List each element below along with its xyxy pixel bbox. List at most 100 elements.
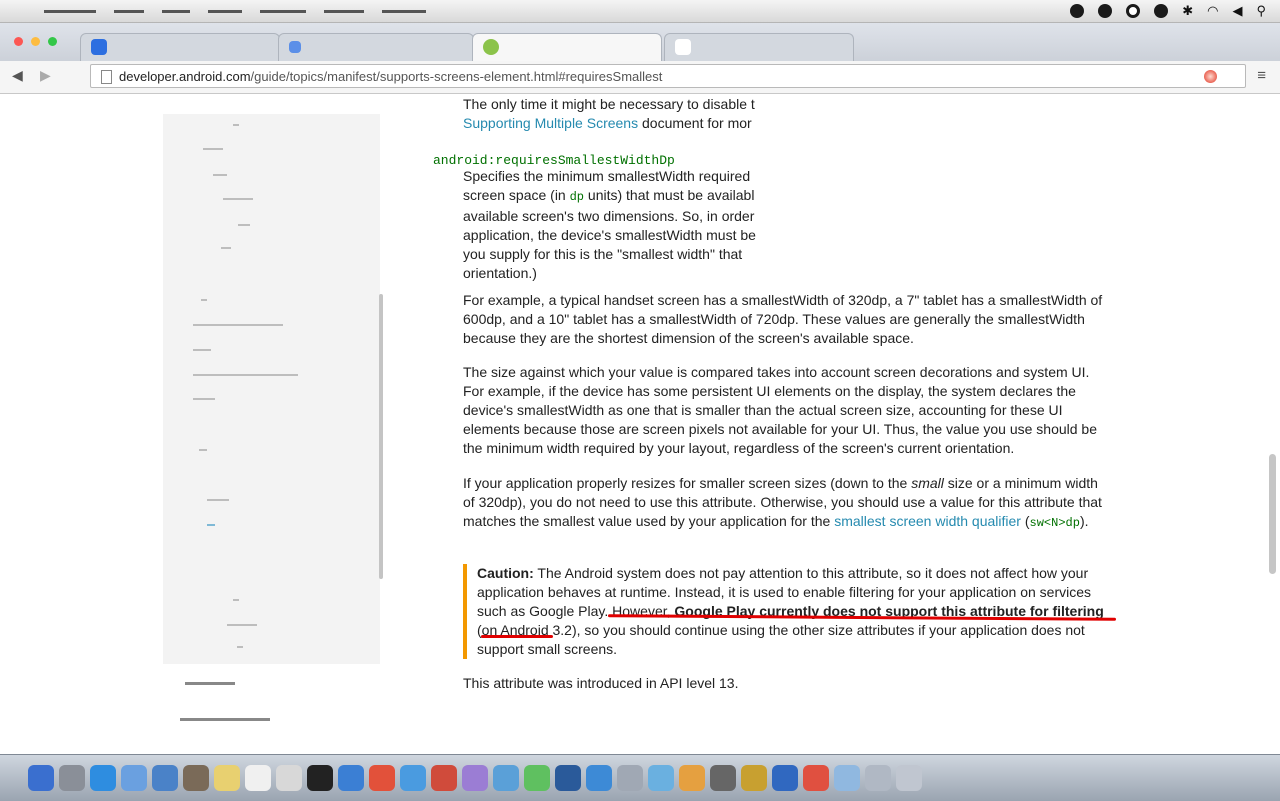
menu-item[interactable] — [260, 10, 306, 13]
messages-icon[interactable] — [524, 765, 550, 791]
resize-text: ). — [1079, 513, 1089, 529]
obscured-region — [757, 169, 1137, 279]
android-favicon-icon — [483, 39, 499, 55]
tab-strip — [0, 23, 1280, 61]
app-icon[interactable] — [586, 765, 612, 791]
app-icon[interactable] — [183, 765, 209, 791]
app-icon[interactable] — [679, 765, 705, 791]
desc-line: units) that must be availabl — [584, 187, 755, 203]
close-window-icon[interactable] — [14, 37, 23, 46]
app-icon[interactable] — [338, 765, 364, 791]
tab-favicon-icon — [675, 39, 691, 55]
trash-icon[interactable] — [896, 765, 922, 791]
menu-item-app[interactable] — [44, 10, 96, 13]
intro-text-tail: document for mor — [638, 115, 752, 131]
desc-line: available screen's two dimensions. So, i… — [463, 208, 755, 224]
app-icon[interactable] — [772, 765, 798, 791]
page-icon — [101, 70, 112, 84]
bluetooth-icon[interactable]: ✱ — [1182, 3, 1193, 19]
back-button[interactable]: ◀ — [12, 67, 23, 84]
minimize-window-icon[interactable] — [31, 37, 40, 46]
dp-code: dp — [569, 190, 585, 204]
launchpad-icon[interactable] — [59, 765, 85, 791]
annotation-underline — [481, 635, 553, 638]
app-icon[interactable] — [431, 765, 457, 791]
tab-active[interactable] — [472, 33, 662, 61]
dock-icons — [28, 765, 922, 791]
status-icon[interactable] — [1154, 4, 1169, 18]
caution-text-tail: (on Android 3.2), so you should continue… — [477, 622, 1085, 657]
obscured-region — [757, 94, 1137, 134]
downloads-icon[interactable] — [865, 765, 891, 791]
menu-item[interactable] — [324, 10, 364, 13]
browser-toolbar: ◀ ▶ developer.android.com/guide/topics/m… — [0, 61, 1280, 94]
tab[interactable] — [278, 33, 474, 61]
menu-bar: ✱ ◠ ◀ ⚲ — [0, 0, 1280, 23]
sidebar-scrollbar[interactable] — [379, 294, 383, 579]
status-icon[interactable] — [1070, 4, 1085, 18]
search-icon[interactable]: ⚲ — [1256, 3, 1266, 19]
resize-text: ( — [1020, 513, 1030, 529]
menu-item[interactable] — [114, 10, 144, 13]
caution-note: Caution: The Android system does not pay… — [463, 564, 1109, 659]
desc-line: application, the device's smallestWidth … — [463, 227, 756, 243]
sidebar-footer — [180, 718, 270, 721]
menu-item[interactable] — [382, 10, 426, 13]
extension-icon[interactable] — [1204, 70, 1217, 83]
app-icon[interactable] — [276, 765, 302, 791]
menu-item[interactable] — [208, 10, 242, 13]
desc-line: you supply for this is the "smallest wid… — [463, 246, 743, 262]
window-controls — [14, 37, 57, 46]
tab[interactable] — [664, 33, 854, 61]
resize-text: If your application properly resizes for… — [463, 475, 912, 491]
status-icon[interactable] — [1098, 4, 1113, 18]
wifi-icon[interactable]: ◠ — [1207, 3, 1218, 19]
terminal-icon[interactable] — [307, 765, 333, 791]
app-icon[interactable] — [400, 765, 426, 791]
browser-menu-icon[interactable]: ≡ — [1257, 67, 1266, 84]
dock — [0, 754, 1280, 801]
example-paragraph: For example, a typical handset screen ha… — [463, 292, 1103, 346]
forward-button[interactable]: ▶ — [40, 67, 51, 84]
page-content: The only time it might be necessary to d… — [0, 94, 1280, 754]
url-path: /guide/topics/manifest/supports-screens-… — [250, 69, 663, 84]
sidebar-footer — [185, 682, 235, 685]
status-icon[interactable] — [1126, 4, 1141, 18]
notes-icon[interactable] — [214, 765, 240, 791]
zoom-window-icon[interactable] — [48, 37, 57, 46]
sw-code: sw<N>dp — [1029, 516, 1080, 530]
safari-icon[interactable] — [90, 765, 116, 791]
folder-icon[interactable] — [834, 765, 860, 791]
page-scrollbar[interactable] — [1269, 454, 1276, 574]
app-icon[interactable] — [555, 765, 581, 791]
tab[interactable] — [80, 33, 280, 61]
chrome-icon[interactable] — [369, 765, 395, 791]
sidebar-items — [163, 114, 380, 664]
app-icon[interactable] — [121, 765, 147, 791]
mail-icon[interactable] — [152, 765, 178, 791]
app-icon[interactable] — [648, 765, 674, 791]
caution-label: Caution: — [477, 565, 534, 581]
tab-favicon-icon — [91, 39, 107, 55]
url-text[interactable]: developer.android.com/guide/topics/manif… — [119, 69, 662, 84]
app-icon[interactable] — [493, 765, 519, 791]
desc-line: orientation.) — [463, 265, 537, 281]
nav-sidebar — [163, 114, 380, 664]
finder-icon[interactable] — [28, 765, 54, 791]
calendar-icon[interactable] — [245, 765, 271, 791]
desc-line: screen space (in — [463, 187, 570, 203]
app-icon[interactable] — [741, 765, 767, 791]
smallest-width-qualifier-link[interactable]: smallest screen width qualifier — [834, 513, 1021, 529]
volume-icon[interactable]: ◀ — [1232, 3, 1242, 19]
app-icon[interactable] — [617, 765, 643, 791]
menu-item[interactable] — [162, 10, 190, 13]
small-emphasis: small — [911, 475, 944, 491]
app-icon[interactable] — [462, 765, 488, 791]
app-icon[interactable] — [710, 765, 736, 791]
status-area: ✱ ◠ ◀ ⚲ — [1070, 3, 1266, 19]
address-bar[interactable]: developer.android.com/guide/topics/manif… — [90, 64, 1246, 88]
intro-text: The only time it might be necessary to d… — [463, 96, 755, 112]
app-icon[interactable] — [803, 765, 829, 791]
desc-line: Specifies the minimum smallestWidth requ… — [463, 168, 751, 184]
supporting-multiple-screens-link[interactable]: Supporting Multiple Screens — [463, 115, 638, 131]
